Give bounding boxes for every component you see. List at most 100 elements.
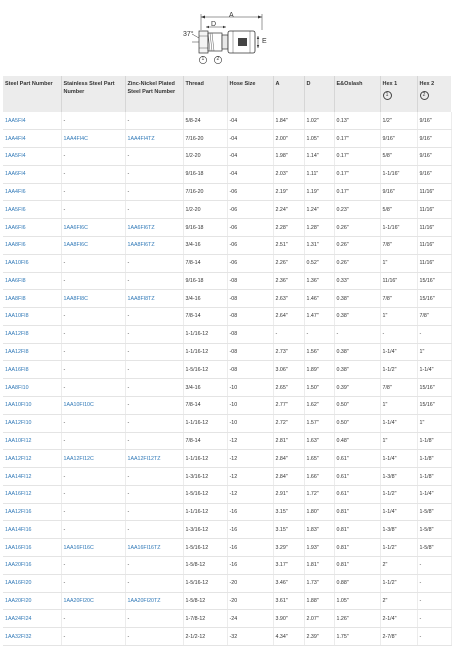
cell-steel-part[interactable]: 1AA10FI10 <box>3 396 62 415</box>
cell-hex1: 1" <box>380 307 418 326</box>
cell-steel-part[interactable]: 1AA12FI16 <box>3 503 62 522</box>
cell-hose-size: -08 <box>227 343 274 362</box>
cell-stainless-part[interactable]: 1AA8FI8C <box>61 289 126 309</box>
cell-steel-part[interactable]: 1AA10FI6 <box>3 254 62 273</box>
cell-d: 1.93" <box>304 538 335 558</box>
cell-steel-part[interactable]: 1AA12FI8 <box>3 343 62 362</box>
cell-d: 1.63" <box>304 432 335 451</box>
cell-a: 2.36" <box>273 272 305 291</box>
cell-a: 2.81" <box>273 432 305 451</box>
cell-d: 1.31" <box>304 236 335 255</box>
cell-hex2: 11/16" <box>417 236 452 255</box>
cell-steel-part[interactable]: 1AA16FI8 <box>3 360 62 380</box>
cell-d: 1.80" <box>304 503 335 522</box>
table-row: 1AA10FI8- -7/8-14 -08 2.64" 1.47" 0.38" 1" 7/8" <box>3 307 452 326</box>
cell-steel-part[interactable]: 1AA8FI6 <box>3 236 62 255</box>
marker-2-label: 2 <box>216 56 220 62</box>
cell-hex2: 9/16" <box>417 129 452 149</box>
cell-a: 2.84" <box>273 449 305 469</box>
cell-hex1: 1-3/8" <box>380 467 418 486</box>
cell-zinc-part[interactable]: 1AA4FI4TZ <box>125 129 184 149</box>
cell-a: 2.28" <box>273 218 305 237</box>
cell-steel-part[interactable]: 1AA12FI12 <box>3 449 62 469</box>
cell-steel-part[interactable]: 1AA24FI24 <box>3 609 62 629</box>
cell-steel-part[interactable]: 1AA8FI8 <box>3 289 62 309</box>
cell-zinc-part: - <box>125 432 184 451</box>
cell-steel-part[interactable]: 1AA6FI6 <box>3 218 62 237</box>
cell-zinc-part[interactable]: 1AA8FI6TZ <box>125 236 184 255</box>
cell-steel-part[interactable]: 1AA5FI4 <box>3 147 62 166</box>
cell-steel-part[interactable]: 1AA5FI6 <box>3 200 62 220</box>
cell-hex2: 9/16" <box>417 112 452 131</box>
cell-steel-part[interactable]: 1AA12FI10 <box>3 414 62 433</box>
cell-steel-part[interactable]: 1AA14FI16 <box>3 520 62 540</box>
cell-thread: 2-1/2-12 <box>183 627 228 646</box>
cell-steel-part[interactable]: 1AA16FI12 <box>3 485 62 504</box>
cell-stainless-part: - <box>61 467 126 486</box>
cell-steel-part[interactable]: 1AA16FI16 <box>3 538 62 558</box>
col-hose-size: Hose Size <box>227 76 274 112</box>
cell-steel-part[interactable]: 1AA32FI32 <box>3 627 62 646</box>
cell-e: 0.88" <box>334 574 381 593</box>
cell-thread: 1-1/16-12 <box>183 449 228 469</box>
cell-steel-part[interactable]: 1AA20FI16 <box>3 556 62 575</box>
table-row: 1AA24FI24- -1-7/8-12 -24 3.90" 2.07" 1.26" 2-1… <box>3 609 452 629</box>
cell-stainless-part[interactable]: 1AA12FI12C <box>61 449 126 469</box>
cell-thread: 1-7/8-12 <box>183 609 228 629</box>
cell-stainless-part[interactable]: 1AA4FI4C <box>61 129 126 149</box>
table-row: 1AA10FI6- -7/8-14 -06 2.26" 0.52" 0.26" 1" 11/1… <box>3 254 452 273</box>
cell-steel-part[interactable]: 1AA14FI12 <box>3 467 62 486</box>
cell-steel-part[interactable]: 1AA10FI8 <box>3 307 62 326</box>
cell-hose-size: -12 <box>227 467 274 486</box>
col-thread: Thread <box>183 76 228 112</box>
cell-d: 1.81" <box>304 556 335 575</box>
cell-a: 2.00" <box>273 129 305 149</box>
cell-hex1: 1-1/16" <box>380 218 418 237</box>
cell-a: 3.17" <box>273 556 305 575</box>
cell-steel-part[interactable]: 1AA16FI20 <box>3 574 62 593</box>
cell-thread: 1/2-20 <box>183 200 228 220</box>
cell-steel-part[interactable]: 1AA20FI20 <box>3 592 62 611</box>
cell-steel-part[interactable]: 1AA5FI4 <box>3 112 62 131</box>
cell-a: 2.19" <box>273 183 305 202</box>
col-e: E&Oslash <box>334 76 381 112</box>
cell-stainless-part[interactable]: 1AA16FI16C <box>61 538 126 558</box>
product-spec-page: 37° A D E 1 2 Steel Part Number Stainles… <box>0 0 452 646</box>
cell-thread: 1-5/8-12 <box>183 592 228 611</box>
cell-steel-part[interactable]: 1AA12FI8 <box>3 325 62 344</box>
cell-zinc-part[interactable]: 1AA8FI8TZ <box>125 289 184 309</box>
cell-thread: 1-5/16-12 <box>183 485 228 504</box>
cell-hex1: 7/8" <box>380 378 418 397</box>
cell-zinc-part[interactable]: 1AA16FI16TZ <box>125 538 184 558</box>
col-stainless-part: Stainless Steel Part Number <box>61 76 126 112</box>
cell-e: 0.81" <box>334 538 381 558</box>
table-row: 1AA12FI10- -1-1/16-12 -10 2.72" 1.57" 0.50" 1-… <box>3 414 452 433</box>
cell-stainless-part: - <box>61 343 126 362</box>
cell-steel-part[interactable]: 1AA10FI12 <box>3 432 62 451</box>
cell-stainless-part: - <box>61 183 126 202</box>
cell-hex2: 11/16" <box>417 218 452 237</box>
cell-thread: 7/16-20 <box>183 183 228 202</box>
cell-a: 2.77" <box>273 396 305 415</box>
cell-stainless-part[interactable]: 1AA6FI6C <box>61 218 126 237</box>
cell-hex2: 15/16" <box>417 272 452 291</box>
cell-thread: 1-5/16-12 <box>183 360 228 380</box>
cell-steel-part[interactable]: 1AA6FI8 <box>3 272 62 291</box>
cell-zinc-part[interactable]: 1AA6FI6TZ <box>125 218 184 237</box>
cell-hex1: 1" <box>380 432 418 451</box>
cell-hose-size: -24 <box>227 609 274 629</box>
table-row: 1AA5FI4- -5/8-24 -04 1.84" 1.02" 0.13" 1/2" 9/1… <box>3 112 452 131</box>
cell-hose-size: -12 <box>227 449 274 469</box>
cell-zinc-part[interactable]: 1AA20FI20TZ <box>125 592 184 611</box>
cell-stainless-part[interactable]: 1AA8FI6C <box>61 236 126 255</box>
cell-stainless-part[interactable]: 1AA10FI10C <box>61 396 126 415</box>
cell-thread: 1/2-20 <box>183 147 228 166</box>
cell-steel-part[interactable]: 1AA8FI10 <box>3 378 62 397</box>
cell-stainless-part[interactable]: 1AA20FI20C <box>61 592 126 611</box>
cell-steel-part[interactable]: 1AA4FI4 <box>3 129 62 149</box>
cell-steel-part[interactable]: 1AA6FI4 <box>3 165 62 184</box>
cell-hex1: 9/16" <box>380 129 418 149</box>
cell-steel-part[interactable]: 1AA4FI6 <box>3 183 62 202</box>
cell-zinc-part[interactable]: 1AA12FI12TZ <box>125 449 184 469</box>
cell-a: 2.24" <box>273 200 305 220</box>
